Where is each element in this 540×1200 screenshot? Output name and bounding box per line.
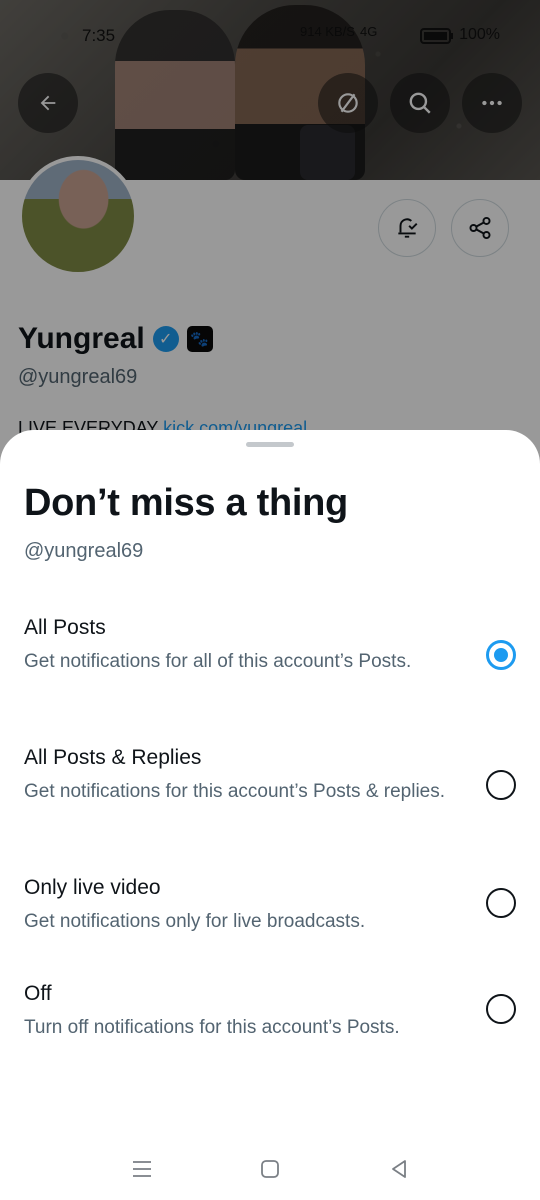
sheet-title: Don’t miss a thing	[24, 482, 348, 524]
radio-off[interactable]	[486, 994, 516, 1024]
menu-icon	[133, 1161, 151, 1177]
radio-all-posts[interactable]	[486, 640, 516, 670]
option-off[interactable]: Off Turn off notifications for this acco…	[0, 982, 540, 1052]
radio-only-live-video[interactable]	[486, 888, 516, 918]
recents-button[interactable]	[127, 1154, 157, 1184]
option-only-live-video[interactable]: Only live video Get notifications only f…	[0, 876, 540, 946]
option-all-posts[interactable]: All Posts Get notifications for all of t…	[0, 616, 540, 706]
sheet-grabber[interactable]	[246, 442, 294, 447]
option-all-posts-replies[interactable]: All Posts & Replies Get notifications fo…	[0, 746, 540, 836]
option-description: Turn off notifications for this account’…	[24, 1017, 400, 1038]
back-triangle-icon	[392, 1160, 406, 1178]
option-description: Get notifications for this account’s Pos…	[24, 781, 446, 802]
back-nav-button[interactable]	[384, 1154, 414, 1184]
sheet-handle: @yungreal69	[24, 540, 144, 562]
system-nav-bar	[0, 1140, 540, 1200]
option-label: All Posts	[24, 616, 106, 639]
radio-all-posts-replies[interactable]	[486, 770, 516, 800]
notifications-sheet: Don’t miss a thing @yungreal69 All Posts…	[0, 430, 540, 1200]
home-button[interactable]	[255, 1154, 285, 1184]
option-label: All Posts & Replies	[24, 746, 202, 769]
option-description: Get notifications only for live broadcas…	[24, 911, 366, 932]
option-label: Only live video	[24, 876, 161, 899]
option-description: Get notifications for all of this accoun…	[24, 651, 412, 672]
home-square-icon	[261, 1160, 279, 1178]
option-label: Off	[24, 982, 52, 1005]
